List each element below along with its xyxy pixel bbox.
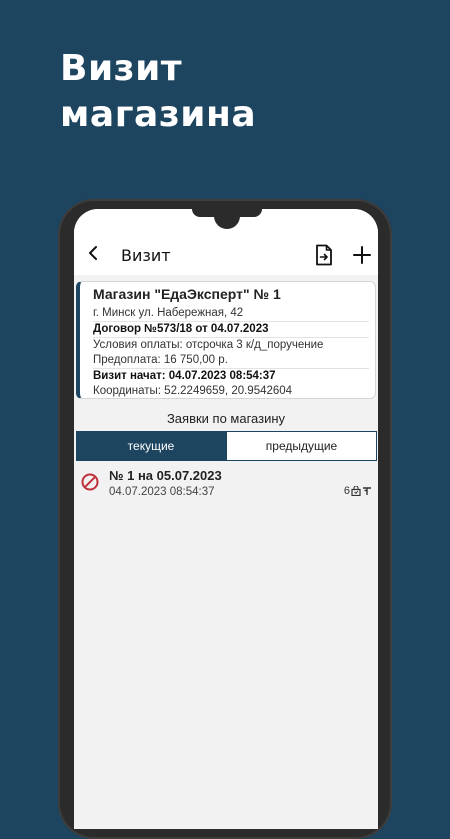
pin-icon	[363, 487, 371, 495]
contract-info: Договор №573/18 от 04.07.2023	[93, 323, 269, 335]
card-divider	[93, 337, 369, 338]
prepayment: Предоплата: 16 750,00 р.	[93, 354, 228, 366]
store-address: г. Минск ул. Набережная, 42	[93, 307, 244, 319]
store-name: Магазин "ЕдаЭксперт" № 1	[93, 286, 281, 302]
order-item-count: 6	[343, 485, 350, 497]
promo-headline-line1: Визит	[60, 48, 183, 89]
tab-previous[interactable]: предыдущие	[226, 431, 377, 461]
orders-section-title: Заявки по магазину	[166, 411, 286, 426]
payment-terms: Условия оплаты: отсрочка 3 к/д_поручение	[93, 339, 324, 351]
promo-headline: Визит магазина	[60, 46, 256, 138]
tab-current[interactable]: текущие	[76, 431, 226, 461]
bag-icon	[351, 486, 361, 496]
order-date: 04.07.2023 08:54:37	[109, 486, 215, 498]
promo-headline-line2: магазина	[60, 94, 257, 135]
cancel-icon	[81, 473, 99, 491]
coordinates: Координаты: 52.2249659, 20.9542604	[93, 385, 293, 397]
visit-started: Визит начат: 04.07.2023 08:54:37	[93, 370, 276, 382]
order-meta: 6	[344, 485, 372, 497]
phone-screen: Визит Магазин "ЕдаЭксперт" № 1 г. Минск …	[74, 209, 378, 829]
order-list-item[interactable]: № 1 на 05.07.2023 04.07.2023 08:54:37 6	[74, 465, 378, 501]
order-title: № 1 на 05.07.2023	[109, 468, 222, 483]
export-document-icon[interactable]	[314, 244, 334, 266]
app-bar: Визит	[74, 209, 378, 275]
add-icon[interactable]	[352, 245, 372, 265]
card-divider	[93, 368, 369, 369]
camera-notch	[214, 209, 240, 229]
store-info-card: Магазин "ЕдаЭксперт" № 1 г. Минск ул. На…	[76, 281, 376, 399]
card-divider	[93, 321, 369, 322]
page-title: Визит	[121, 246, 171, 265]
back-icon[interactable]	[86, 245, 102, 261]
